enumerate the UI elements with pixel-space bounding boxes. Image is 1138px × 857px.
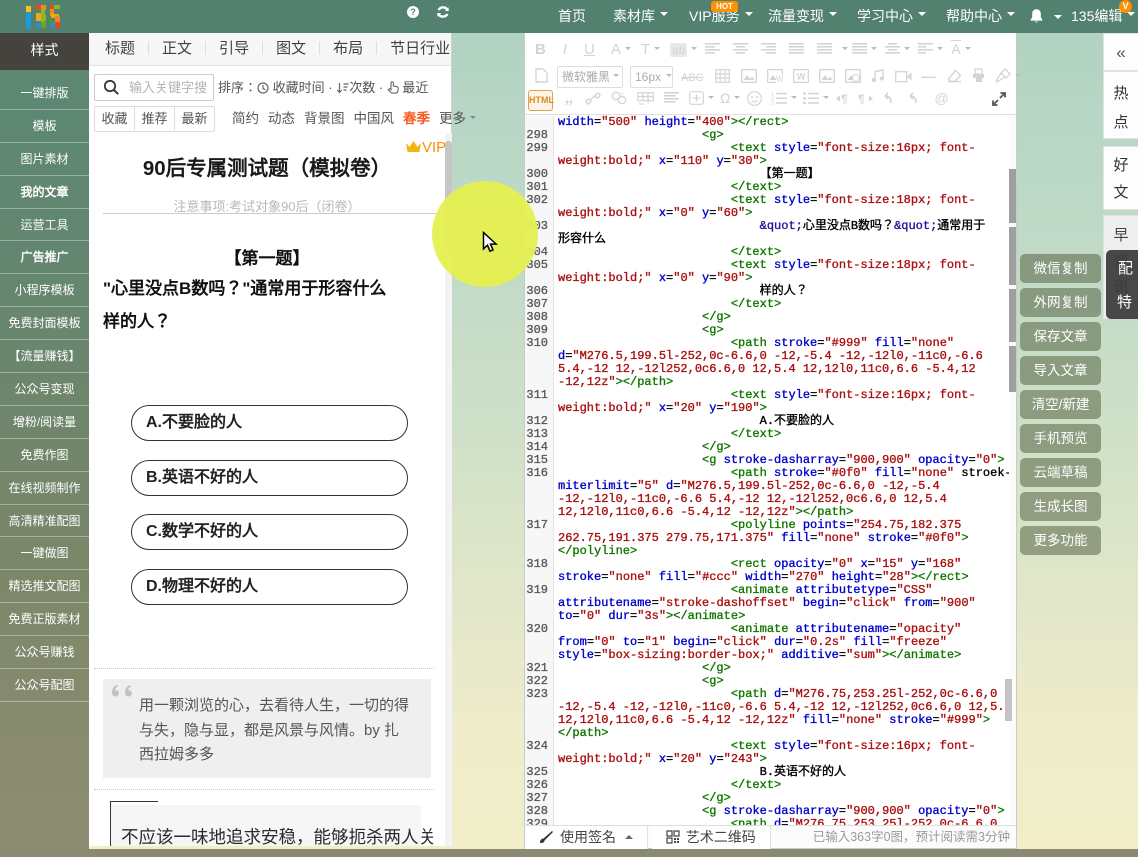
svg-text:¶: ¶ — [858, 92, 865, 105]
svg-text:T: T — [646, 101, 651, 106]
svg-text:T: T — [620, 94, 624, 100]
svg-text:W: W — [796, 72, 805, 82]
svg-text:3: 3 — [771, 102, 774, 106]
svg-text:?: ? — [410, 7, 416, 17]
svg-text:W: W — [775, 75, 782, 84]
svg-text:¶: ¶ — [841, 92, 848, 105]
